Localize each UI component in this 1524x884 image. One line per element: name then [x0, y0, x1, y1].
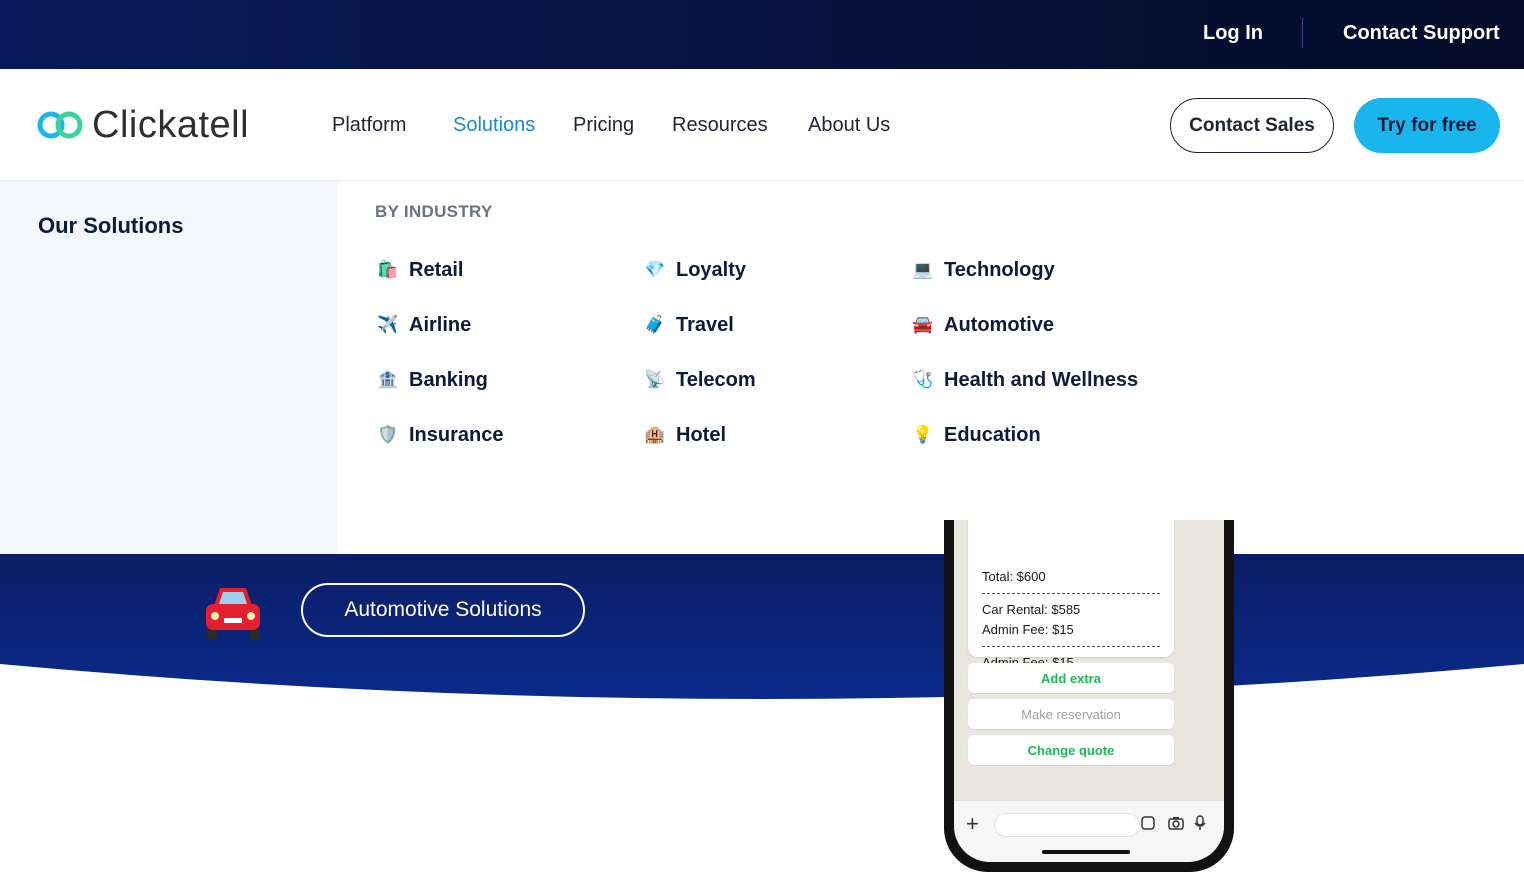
menu-item-hotel[interactable]: 🏨 Hotel [643, 423, 726, 447]
shopping-bag-icon: 🛍️ [377, 260, 399, 279]
menu-item-label: Airline [409, 313, 472, 336]
by-industry-heading: BY INDUSTRY [375, 202, 493, 221]
chat-message-bubble: Total: $600 Car Rental: $585 Admin Fee: … [968, 520, 1174, 670]
menu-item-label: Loyalty [676, 258, 747, 281]
page: Log In Contact Support Clickatell Platfo… [0, 0, 1524, 884]
automotive-solutions-button[interactable]: Automotive Solutions [301, 583, 585, 637]
microphone-icon[interactable] [1192, 815, 1208, 831]
laptop-icon: 💻 [912, 260, 934, 279]
logo-text: Clickatell [92, 104, 250, 146]
menu-item-technology[interactable]: 💻 Technology [911, 258, 1055, 282]
login-link[interactable]: Log In [1203, 22, 1263, 45]
quote-total: Total: $600 [982, 569, 1046, 584]
menu-item-loyalty[interactable]: 💎 Loyalty [643, 258, 746, 282]
menu-item-education[interactable]: 💡 Education [911, 423, 1041, 447]
mega-menu-sidebar: Our Solutions [0, 181, 337, 554]
menu-item-label: Insurance [409, 423, 504, 446]
logo[interactable]: Clickatell [36, 105, 249, 145]
message-input[interactable] [994, 813, 1140, 837]
stethoscope-icon: 🩺 [912, 370, 934, 389]
car-icon: 🚘 [912, 315, 934, 334]
luggage-icon: 🧳 [644, 315, 666, 334]
try-for-free-button[interactable]: Try for free [1354, 98, 1500, 153]
menu-item-label: Banking [409, 368, 488, 391]
hero-section: Automotive Solutions [0, 554, 1524, 884]
solutions-mega-menu: Our Solutions BY INDUSTRY 🛍️ Retail 💎 Lo… [0, 181, 1524, 554]
menu-item-travel[interactable]: 🧳 Travel [643, 313, 734, 337]
menu-item-label: Hotel [676, 423, 726, 446]
quick-reply-add-extra[interactable]: Add extra [968, 663, 1174, 693]
nav-resources[interactable]: Resources [672, 114, 768, 137]
phone-mockup: Total: $600 Car Rental: $585 Admin Fee: … [944, 520, 1234, 872]
contact-sales-button[interactable]: Contact Sales [1170, 98, 1334, 153]
bank-icon: 🏦 [377, 370, 399, 389]
menu-item-retail[interactable]: 🛍️ Retail [376, 258, 463, 282]
menu-item-label: Travel [676, 313, 734, 336]
nav-about-us[interactable]: About Us [808, 114, 890, 137]
chat-input-bar: + [954, 800, 1224, 862]
dashed-divider [982, 646, 1160, 647]
nav-solutions[interactable]: Solutions [453, 114, 535, 137]
nav-platform[interactable]: Platform [332, 114, 406, 137]
camera-icon[interactable] [1168, 815, 1184, 831]
car-icon [206, 588, 260, 639]
shield-icon: 🛡️ [377, 425, 399, 444]
airplane-icon: ✈️ [377, 315, 399, 334]
phone-screen: Total: $600 Car Rental: $585 Admin Fee: … [954, 520, 1224, 862]
contact-support-link[interactable]: Contact Support [1343, 22, 1500, 45]
menu-item-label: Education [944, 423, 1041, 446]
quote-admin-fee: Admin Fee: $15 [982, 622, 1074, 637]
main-nav: Clickatell Platform Solutions Pricing Re… [0, 69, 1524, 181]
sticker-icon[interactable] [1140, 815, 1156, 831]
menu-item-telecom[interactable]: 📡 Telecom [643, 368, 756, 392]
lightbulb-icon: 💡 [912, 425, 934, 444]
menu-item-automotive[interactable]: 🚘 Automotive [911, 313, 1054, 337]
logo-icon [37, 111, 83, 139]
menu-item-insurance[interactable]: 🛡️ Insurance [376, 423, 503, 447]
quote-car-rental: Car Rental: $585 [982, 602, 1081, 617]
satellite-dish-icon: 📡 [644, 370, 666, 389]
menu-item-label: Technology [944, 258, 1055, 281]
menu-item-banking[interactable]: 🏦 Banking [376, 368, 488, 392]
menu-item-label: Health and Wellness [944, 368, 1139, 391]
quick-reply-change-quote[interactable]: Change quote [968, 735, 1174, 765]
home-indicator [1042, 850, 1130, 854]
menu-item-label: Telecom [676, 368, 756, 391]
nav-pricing[interactable]: Pricing [573, 114, 634, 137]
utility-bar: Log In Contact Support [0, 0, 1524, 69]
menu-item-health-and-wellness[interactable]: 🩺 Health and Wellness [911, 368, 1138, 392]
our-solutions-title: Our Solutions [38, 213, 184, 238]
utility-divider [1302, 18, 1303, 48]
menu-item-airline[interactable]: ✈️ Airline [376, 313, 471, 337]
hotel-icon: 🏨 [644, 425, 666, 444]
quick-reply-make-reservation[interactable]: Make reservation [968, 699, 1174, 729]
plus-icon[interactable]: + [966, 811, 979, 837]
gem-icon: 💎 [644, 260, 666, 279]
menu-item-label: Automotive [944, 313, 1054, 336]
menu-item-label: Retail [409, 258, 464, 281]
dashed-divider [982, 593, 1160, 594]
